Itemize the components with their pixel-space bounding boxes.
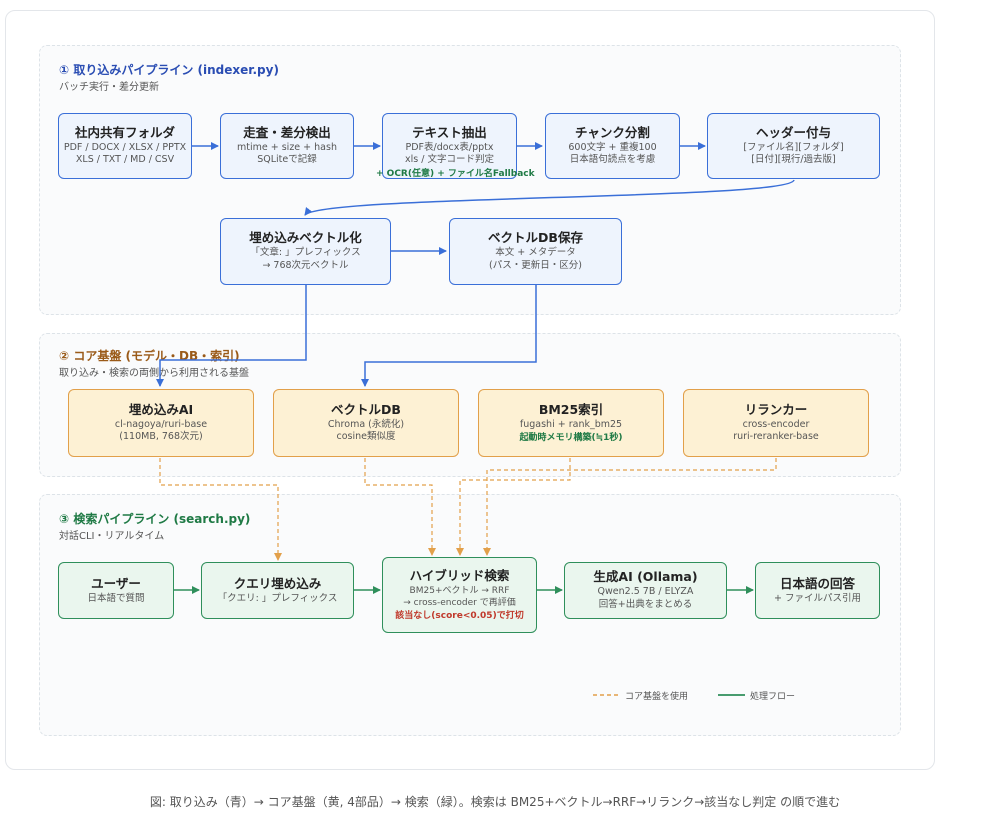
node-line: → cross-encoder で再評価	[403, 598, 516, 609]
arrow-embed-embedai	[156, 285, 307, 387]
node-hybrid-search: ハイブリッド検索 BM25+ベクトル → RRF → cross-encoder…	[382, 557, 537, 633]
node-title: ベクトルDB	[331, 401, 401, 417]
node-embedding-ai: 埋め込みAI cl-nagoya/ruri-base (110MB, 768次元…	[68, 389, 254, 457]
node-title: 埋め込みベクトル化	[249, 230, 362, 246]
node-line: XLS / TXT / MD / CSV	[75, 154, 175, 166]
node-line: 600文字 + 重複100	[568, 141, 657, 153]
node-line: Qwen2.5 7B / ELYZA	[597, 586, 694, 598]
arrow-header-embed	[304, 179, 795, 216]
node-note: 起動時メモリ構築(≒1秒)	[519, 432, 623, 443]
node-line: 「クエリ: 」プレフィックス	[217, 592, 338, 604]
dashed-reranker-hybrid	[483, 458, 777, 556]
node-line: 回答+出典をまとめる	[598, 598, 693, 610]
node-vectordb-store: ベクトルDB保存 本文 + メタデータ (パス・更新日・区分)	[449, 218, 622, 285]
node-line: SQLiteで記録	[257, 154, 317, 166]
node-line: (110MB, 768次元)	[119, 431, 203, 443]
node-line: cosine類似度	[336, 431, 396, 443]
node-title: 社内共有フォルダ	[74, 124, 175, 140]
legend-core-use: コア基盤を使用	[625, 692, 689, 702]
node-scan-diff: 走査・差分検出 mtime + size + hash SQLiteで記録	[220, 113, 354, 179]
node-line: fugashi + rank_bm25	[519, 418, 623, 430]
node-title: 日本語の回答	[779, 575, 855, 591]
node-japanese-answer: 日本語の回答 + ファイルパス引用	[755, 562, 880, 619]
node-line: 「文章: 」プレフィックス	[250, 247, 361, 259]
node-header-add: ヘッダー付与 [ファイル名][フォルダ] [日付][現行/過去版]	[707, 113, 880, 179]
ocr-fallback-note: + OCR(任意) + ファイル名Fallback	[376, 169, 535, 179]
node-user: ユーザー 日本語で質問	[58, 562, 174, 619]
node-chunk-split: チャンク分割 600文字 + 重複100 日本語句読点を考慮	[545, 113, 680, 179]
node-title: リランカー	[744, 401, 808, 417]
node-title: 生成AI (Ollama)	[593, 569, 698, 585]
node-title: クエリ埋め込み	[233, 575, 322, 591]
node-line: 本文 + メタデータ	[495, 247, 576, 259]
node-line: cl-nagoya/ruri-base	[114, 418, 208, 430]
node-line: (パス・更新日・区分)	[489, 259, 582, 271]
dashed-embedai-query	[159, 458, 282, 561]
node-title: ベクトルDB保存	[488, 230, 583, 246]
node-note: 該当なし(score<0.05)で打切	[395, 610, 524, 621]
node-line: 日本語で質問	[87, 592, 145, 604]
node-title: ヘッダー付与	[755, 124, 831, 140]
node-line: mtime + size + hash	[237, 141, 337, 153]
node-query-embed: クエリ埋め込み 「クエリ: 」プレフィックス	[201, 562, 354, 619]
node-line: [日付][現行/過去版]	[751, 154, 836, 166]
node-line: 日本語句読点を考慮	[569, 154, 656, 166]
dashed-vectordb-hybrid	[364, 458, 436, 556]
node-title: ハイブリッド検索	[409, 568, 510, 584]
figure-caption: 図: 取り込み（青）→ コア基盤（黄, 4部品）→ 検索（緑）。検索は BM25…	[149, 795, 841, 809]
node-bm25-index: BM25索引 fugashi + rank_bm25 起動時メモリ構築(≒1秒)	[478, 389, 664, 457]
node-line: PDF表/docx表/pptx	[405, 141, 494, 153]
node-reranker: リランカー cross-encoder ruri-reranker-base	[683, 389, 869, 457]
node-line: + ファイルパス引用	[774, 592, 861, 604]
node-line: cross-encoder	[742, 418, 810, 430]
node-title: テキスト抽出	[412, 124, 487, 140]
node-line: ruri-reranker-base	[733, 431, 819, 443]
node-title: 埋め込みAI	[128, 401, 194, 417]
node-line: → 768次元ベクトル	[262, 259, 349, 271]
node-line: Chroma (永続化)	[327, 418, 405, 430]
node-shared-folder: 社内共有フォルダ PDF / DOCX / XLSX / PPTX XLS / …	[58, 113, 192, 179]
node-line: PDF / DOCX / XLSX / PPTX	[63, 141, 187, 153]
node-vector-db: ベクトルDB Chroma (永続化) cosine類似度	[273, 389, 459, 457]
node-title: ユーザー	[91, 575, 141, 591]
node-title: チャンク分割	[575, 124, 650, 140]
node-line: BM25+ベクトル → RRF	[409, 586, 510, 597]
arrow-store-vectordb	[361, 285, 537, 387]
node-gen-ai: 生成AI (Ollama) Qwen2.5 7B / ELYZA 回答+出典をま…	[564, 562, 727, 619]
node-title: 走査・差分検出	[243, 124, 331, 140]
node-embed-vectorize: 埋め込みベクトル化 「文章: 」プレフィックス → 768次元ベクトル	[220, 218, 391, 285]
node-line: [ファイル名][フォルダ]	[743, 141, 844, 153]
node-title: BM25索引	[538, 402, 604, 418]
dashed-bm25-hybrid	[456, 458, 571, 556]
legend-flow: 処理フロー	[750, 692, 796, 702]
